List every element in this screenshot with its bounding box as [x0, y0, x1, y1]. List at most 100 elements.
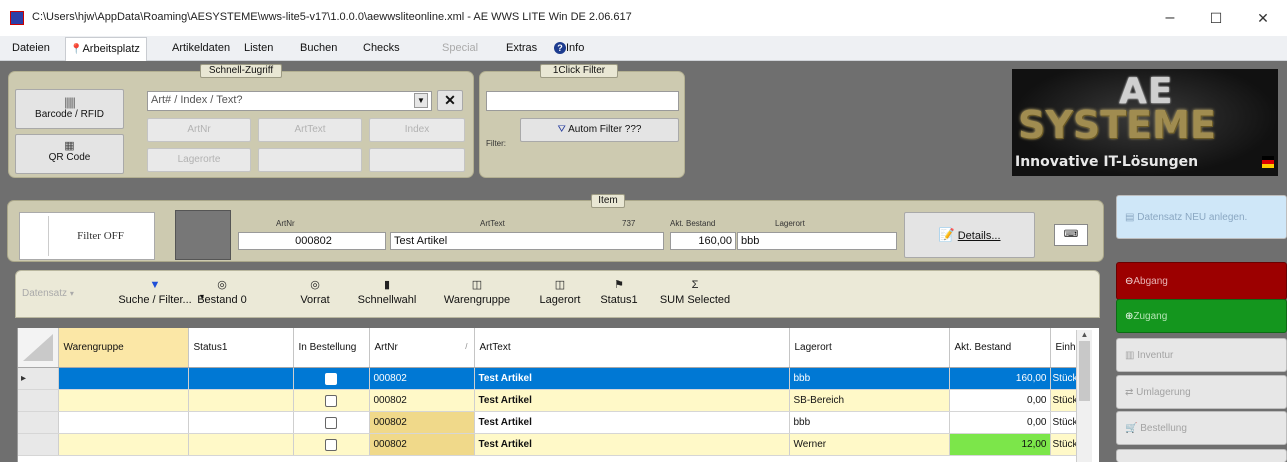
cell-bestand[interactable]: 160,00 — [949, 367, 1051, 390]
umlagerung-button[interactable]: ⇄ Umlagerung — [1116, 375, 1287, 409]
checkbox[interactable] — [325, 416, 337, 429]
clear-search-button[interactable]: ✕ — [437, 90, 463, 111]
maximize-button[interactable]: ☐ — [1196, 6, 1236, 30]
cell-lagerort[interactable]: bbb — [789, 411, 950, 434]
dropdown-arrow-icon[interactable]: ▼ — [414, 93, 428, 108]
table-row[interactable]: 000802 Test Artikel Werner 12,00 Stück — [18, 433, 1084, 456]
menu-checks[interactable]: Checks — [363, 42, 400, 54]
col-warengruppe[interactable]: Warengruppe — [58, 328, 189, 368]
col-artnr[interactable]: ArtNr / — [369, 328, 475, 368]
cell-warengruppe[interactable] — [58, 367, 189, 390]
row-marker[interactable] — [18, 433, 59, 456]
cell-lagerort[interactable]: Werner — [789, 433, 950, 456]
cell-status1[interactable] — [188, 389, 294, 412]
select-all-corner[interactable] — [18, 328, 59, 368]
row-marker[interactable]: ▸ — [18, 367, 59, 390]
index-button[interactable]: Index — [369, 118, 465, 142]
menu-listen[interactable]: Listen — [244, 42, 273, 54]
cell-status1[interactable] — [188, 411, 294, 434]
autom-filter-button[interactable]: ⛛ Autom Filter ??? — [520, 118, 679, 142]
cell-arttext[interactable]: Test Artikel — [474, 367, 790, 390]
status1-button[interactable]: ⚑ Status1 — [594, 271, 644, 317]
cell-bestand[interactable]: 0,00 — [949, 389, 1051, 412]
barcode-icon: ||||| — [64, 95, 76, 109]
cell-arttext[interactable]: Test Artikel — [474, 411, 790, 434]
lagerorte-button[interactable]: Lagerorte — [147, 148, 251, 172]
arttext-button[interactable]: ArtText — [258, 118, 362, 142]
vorrat-button[interactable]: ◎ Vorrat — [293, 271, 337, 317]
checkbox[interactable] — [325, 394, 337, 407]
col-in-bestellung[interactable]: In Bestellung — [293, 328, 370, 368]
qr-code-button[interactable]: ▦ QR Code — [15, 134, 124, 174]
inventur-button[interactable]: ▥ Inventur — [1116, 338, 1287, 372]
scroll-thumb[interactable] — [1079, 341, 1090, 401]
table-row[interactable]: 000802 Test Artikel bbb 0,00 Stück — [18, 411, 1084, 434]
close-button[interactable]: ✕ — [1243, 6, 1283, 30]
menu-special[interactable]: Special — [442, 42, 478, 54]
minimize-button[interactable]: – — [1150, 6, 1190, 30]
cell-in-bestellung[interactable] — [293, 433, 370, 456]
cell-warengruppe[interactable] — [58, 433, 189, 456]
menu-info[interactable]: ? Info — [554, 42, 584, 54]
warengruppe-button[interactable]: ◫ Warengruppe — [436, 271, 518, 317]
menu-artikeldaten[interactable]: Artikeldaten — [172, 42, 230, 54]
cell-artnr[interactable]: 000802 — [369, 367, 475, 390]
lagerort-field[interactable]: bbb — [737, 232, 897, 250]
cell-bestand[interactable]: 12,00 — [949, 433, 1051, 456]
cell-artnr[interactable]: 000802 — [369, 389, 475, 412]
keyboard-icon[interactable]: ⌨ — [1054, 224, 1088, 246]
row-marker[interactable] — [18, 389, 59, 412]
abgang-button[interactable]: ⊖Abgang — [1116, 262, 1287, 300]
filter-off-button[interactable]: Filter OFF — [48, 216, 152, 256]
bestand-0-button[interactable]: ◎ Bestand 0 — [191, 271, 253, 317]
sum-selected-button[interactable]: Σ SUM Selected — [652, 271, 738, 317]
vertical-scrollbar[interactable]: ▲ — [1076, 330, 1092, 462]
artnr-field[interactable]: 000802 — [238, 232, 386, 250]
details-button[interactable]: 📝 Details... — [904, 212, 1035, 258]
cell-lagerort[interactable]: SB-Bereich — [789, 389, 950, 412]
more-action-button[interactable] — [1116, 449, 1287, 462]
arttext-field[interactable]: Test Artikel — [390, 232, 664, 250]
schnellwahl-button[interactable]: ▮ Schnellwahl — [348, 271, 426, 317]
cell-warengruppe[interactable] — [58, 411, 189, 434]
col-lagerort[interactable]: Lagerort — [789, 328, 950, 368]
cell-in-bestellung[interactable] — [293, 411, 370, 434]
bestand-field[interactable]: 160,00 — [670, 232, 736, 250]
cell-in-bestellung[interactable] — [293, 389, 370, 412]
search-input[interactable]: Art# / Index / Text? — [147, 91, 432, 111]
cell-arttext[interactable]: Test Artikel — [474, 433, 790, 456]
menu-extras[interactable]: Extras — [506, 42, 537, 54]
zugang-button[interactable]: ⊕Zugang — [1116, 299, 1287, 333]
table-row[interactable]: 000802 Test Artikel SB-Bereich 0,00 Stüc… — [18, 389, 1084, 412]
row-marker[interactable] — [18, 411, 59, 434]
empty-quick-button-2[interactable] — [369, 148, 465, 172]
col-arttext[interactable]: ArtText — [474, 328, 790, 368]
cell-artnr[interactable]: 000802 — [369, 411, 475, 434]
menu-arbeitsplatz[interactable]: 📍Arbeitsplatz — [65, 37, 147, 61]
checkbox[interactable] — [325, 372, 337, 385]
checkbox[interactable] — [325, 438, 337, 451]
artnr-button[interactable]: ArtNr — [147, 118, 251, 142]
menu-dateien[interactable]: Dateien — [12, 42, 50, 54]
lagerort-button[interactable]: ◫ Lagerort — [530, 271, 590, 317]
cell-arttext[interactable]: Test Artikel — [474, 389, 790, 412]
menu-buchen[interactable]: Buchen — [300, 42, 337, 54]
table-row[interactable]: ▸ 000802 Test Artikel bbb 160,00 Stück — [18, 367, 1084, 390]
empty-quick-button-1[interactable] — [258, 148, 362, 172]
cell-artnr[interactable]: 000802 — [369, 433, 475, 456]
cell-status1[interactable] — [188, 433, 294, 456]
cell-lagerort[interactable]: bbb — [789, 367, 950, 390]
barcode-rfid-button[interactable]: ||||| Barcode / RFID — [15, 89, 124, 129]
col-bestand[interactable]: Akt. Bestand — [949, 328, 1051, 368]
datensatz-neu-button[interactable]: ▤ Datensatz NEU anlegen. — [1116, 195, 1287, 239]
col-status1[interactable]: Status1 — [188, 328, 294, 368]
datensatz-menu[interactable]: Datensatz ▾ — [22, 288, 74, 299]
suche-filter-button[interactable]: ▼ Suche / Filter... — [113, 271, 197, 317]
oneclick-filter-input[interactable] — [486, 91, 679, 111]
bestellung-button[interactable]: 🛒 Bestellung — [1116, 411, 1287, 445]
scroll-up-icon[interactable]: ▲ — [1077, 330, 1092, 339]
cell-warengruppe[interactable] — [58, 389, 189, 412]
cell-in-bestellung[interactable] — [293, 367, 370, 390]
cell-status1[interactable] — [188, 367, 294, 390]
cell-bestand[interactable]: 0,00 — [949, 411, 1051, 434]
